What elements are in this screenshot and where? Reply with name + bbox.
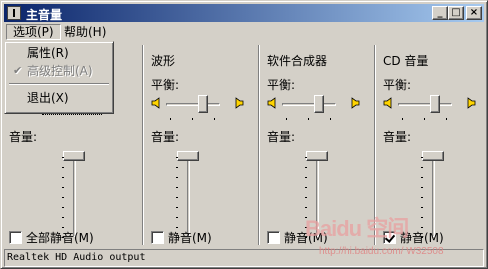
- volume-tick: [176, 177, 178, 178]
- volume-tick: [176, 217, 178, 218]
- volume-slider-thumb[interactable]: [63, 151, 85, 161]
- volume-tick: [176, 197, 178, 198]
- speaker-right-icon: [232, 97, 244, 109]
- volume-tick: [62, 167, 64, 168]
- volume-track[interactable]: [73, 151, 76, 237]
- volume-tick: [62, 177, 64, 178]
- watermark-logo: Baidu 空间: [305, 216, 409, 241]
- channel-separator: [258, 45, 260, 245]
- volume-label: 音量:: [151, 130, 180, 144]
- volume-slider-thumb[interactable]: [422, 151, 444, 161]
- volume-track[interactable]: [432, 151, 435, 237]
- volume-tick: [421, 237, 423, 238]
- balance-label: 平衡:: [267, 78, 296, 92]
- volume-tick: [62, 227, 64, 228]
- menu-item-properties[interactable]: 属性(R): [9, 45, 109, 61]
- volume-tick: [62, 237, 64, 238]
- balance-slider-thumb[interactable]: [198, 95, 208, 113]
- volume-tick: [305, 177, 307, 178]
- menu-help[interactable]: 帮助(H): [58, 24, 112, 40]
- speaker-left-icon: [267, 97, 279, 109]
- balance-tick: [286, 118, 287, 120]
- balance-tick: [192, 118, 193, 120]
- balance-track[interactable]: [282, 103, 336, 106]
- volume-tick: [176, 187, 178, 188]
- channel-header: 波形: [151, 54, 176, 68]
- volume-tick: [421, 157, 423, 158]
- menu-options[interactable]: 选项(P): [6, 24, 61, 40]
- volume-track[interactable]: [187, 151, 190, 237]
- volume-tick: [176, 237, 178, 238]
- mute-all-checkbox[interactable]: [9, 231, 22, 244]
- menu-item-advanced: ✔ 高级控制(A): [13, 64, 93, 78]
- volume-label: 音量:: [9, 130, 38, 144]
- mute-all[interactable]: 全部静音(M): [9, 229, 94, 245]
- volume-tick: [421, 207, 423, 208]
- watermark-url: http://hi.baidu.com/ W32508: [319, 246, 444, 257]
- channel-header: CD 音量: [383, 54, 429, 68]
- balance-track[interactable]: [166, 103, 220, 106]
- balance-slider-thumb[interactable]: [314, 95, 324, 113]
- volume-tick: [421, 187, 423, 188]
- check-icon: ✔: [13, 64, 23, 77]
- mixer-window: 主音量 _ □ × 选项(P) 帮助(H) 音量: 全部静音(M) 波形 平衡:: [0, 0, 488, 269]
- balance-tick: [308, 118, 309, 120]
- speaker-app-icon[interactable]: [7, 6, 21, 20]
- balance-track[interactable]: [398, 103, 452, 106]
- balance-tick: [402, 118, 403, 120]
- volume-label: 音量:: [267, 130, 296, 144]
- balance-label: 平衡:: [151, 78, 180, 92]
- channel-wave: 波形 平衡: 音量: 静音(M): [146, 41, 258, 247]
- volume-tick: [305, 207, 307, 208]
- mute-checkbox[interactable]: [151, 231, 164, 244]
- volume-tick: [305, 187, 307, 188]
- maximize-button[interactable]: □: [448, 6, 464, 20]
- menu-item-exit[interactable]: 退出(X): [9, 90, 109, 106]
- volume-tick: [305, 197, 307, 198]
- volume-tick: [421, 227, 423, 228]
- volume-tick: [176, 207, 178, 208]
- mute-all-label: 全部静音(M): [26, 231, 94, 245]
- balance-tick: [330, 118, 331, 120]
- speaker-left-icon: [383, 97, 395, 109]
- volume-tick: [62, 207, 64, 208]
- volume-tick: [62, 157, 64, 158]
- speaker-right-icon: [464, 97, 476, 109]
- balance-tick: [424, 118, 425, 120]
- minimize-button[interactable]: _: [432, 6, 448, 20]
- volume-tick: [305, 157, 307, 158]
- menu-separator: [9, 83, 109, 85]
- volume-slider-thumb[interactable]: [177, 151, 199, 161]
- volume-tick: [176, 167, 178, 168]
- volume-tick: [421, 217, 423, 218]
- options-dropdown: 属性(R) ✔ 高级控制(A) 退出(X): [4, 41, 114, 114]
- mute-checkbox[interactable]: [267, 231, 280, 244]
- balance-label: 平衡:: [383, 78, 412, 92]
- balance-tick: [446, 118, 447, 120]
- volume-tick: [62, 197, 64, 198]
- menu-bar: 选项(P) 帮助(H): [4, 23, 484, 41]
- volume-tick: [305, 167, 307, 168]
- volume-tick: [62, 217, 64, 218]
- volume-slider-thumb[interactable]: [306, 151, 328, 161]
- volume-label: 音量:: [383, 130, 412, 144]
- volume-tick: [421, 177, 423, 178]
- close-button[interactable]: ×: [466, 6, 482, 20]
- volume-tick: [421, 167, 423, 168]
- balance-slider-thumb[interactable]: [430, 95, 440, 113]
- channel-header: 软件合成器: [267, 54, 328, 68]
- volume-tick: [176, 157, 178, 158]
- volume-tick: [421, 197, 423, 198]
- balance-tick: [170, 118, 171, 120]
- balance-tick: [214, 118, 215, 120]
- speaker-left-icon: [151, 97, 163, 109]
- title-bar[interactable]: 主音量 _ □ ×: [4, 4, 484, 22]
- channel-separator: [142, 45, 144, 245]
- volume-tick: [176, 227, 178, 228]
- mute-label: 静音(M): [168, 231, 212, 245]
- speaker-right-icon: [348, 97, 360, 109]
- volume-tick: [62, 187, 64, 188]
- mute-toggle[interactable]: 静音(M): [151, 229, 212, 245]
- window-title: 主音量: [26, 8, 63, 22]
